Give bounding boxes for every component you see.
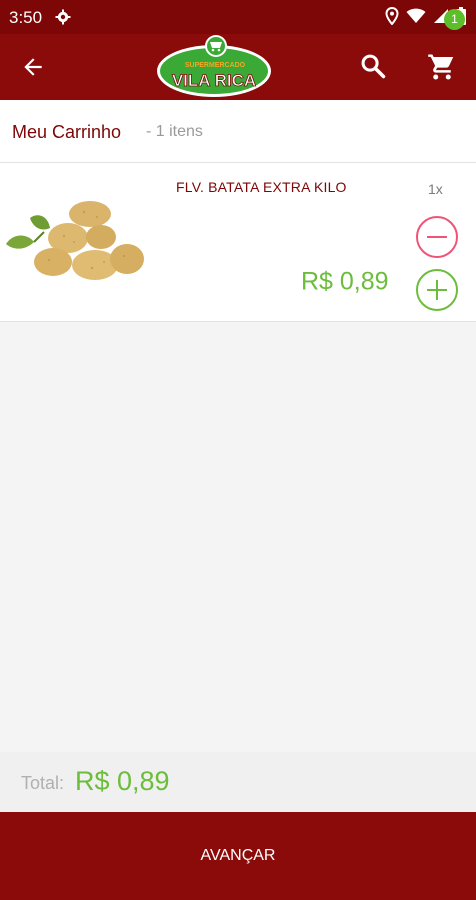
cart-item-count: - 1 itens: [146, 123, 203, 140]
cart-header: Meu Carrinho - 1 itens: [0, 100, 476, 163]
total-label: Total:: [21, 773, 65, 793]
wifi-icon: [406, 8, 426, 23]
minus-icon: [427, 236, 447, 238]
total-value: R$ 0,89: [75, 766, 170, 796]
vila-rica-logo[interactable]: SUPERMERCADO VILA RICA: [155, 34, 273, 100]
product-price: R$ 0,89: [301, 267, 389, 296]
logo-name-text: VILA RICA: [172, 71, 256, 90]
plus-icon-vertical: [436, 280, 438, 300]
cart-title: Meu Carrinho: [12, 122, 122, 142]
advance-button[interactable]: AVANÇAR: [0, 812, 476, 900]
status-bar: 3:50: [0, 0, 476, 34]
app-bar: SUPERMERCADO VILA RICA: [0, 34, 476, 100]
logo-top-text: SUPERMERCADO: [185, 62, 246, 69]
product-quantity: 1x: [428, 181, 443, 197]
arrow-back-icon[interactable]: [20, 54, 46, 80]
increase-quantity-button[interactable]: [416, 269, 458, 311]
gear-icon: [55, 9, 71, 25]
decrease-quantity-button[interactable]: [416, 216, 458, 258]
cart-icon[interactable]: [427, 52, 457, 82]
product-image: [0, 196, 156, 288]
cart-item: FLV. BATATA EXTRA KILO 1x R$ 0,89: [0, 163, 476, 322]
status-time: 3:50: [9, 8, 43, 27]
cart-count-badge: 1: [444, 9, 465, 30]
total-bar: Total: R$ 0,89: [0, 752, 476, 812]
product-name: FLV. BATATA EXTRA KILO: [176, 179, 347, 195]
search-icon[interactable]: [359, 52, 387, 80]
location-icon: [385, 7, 399, 25]
